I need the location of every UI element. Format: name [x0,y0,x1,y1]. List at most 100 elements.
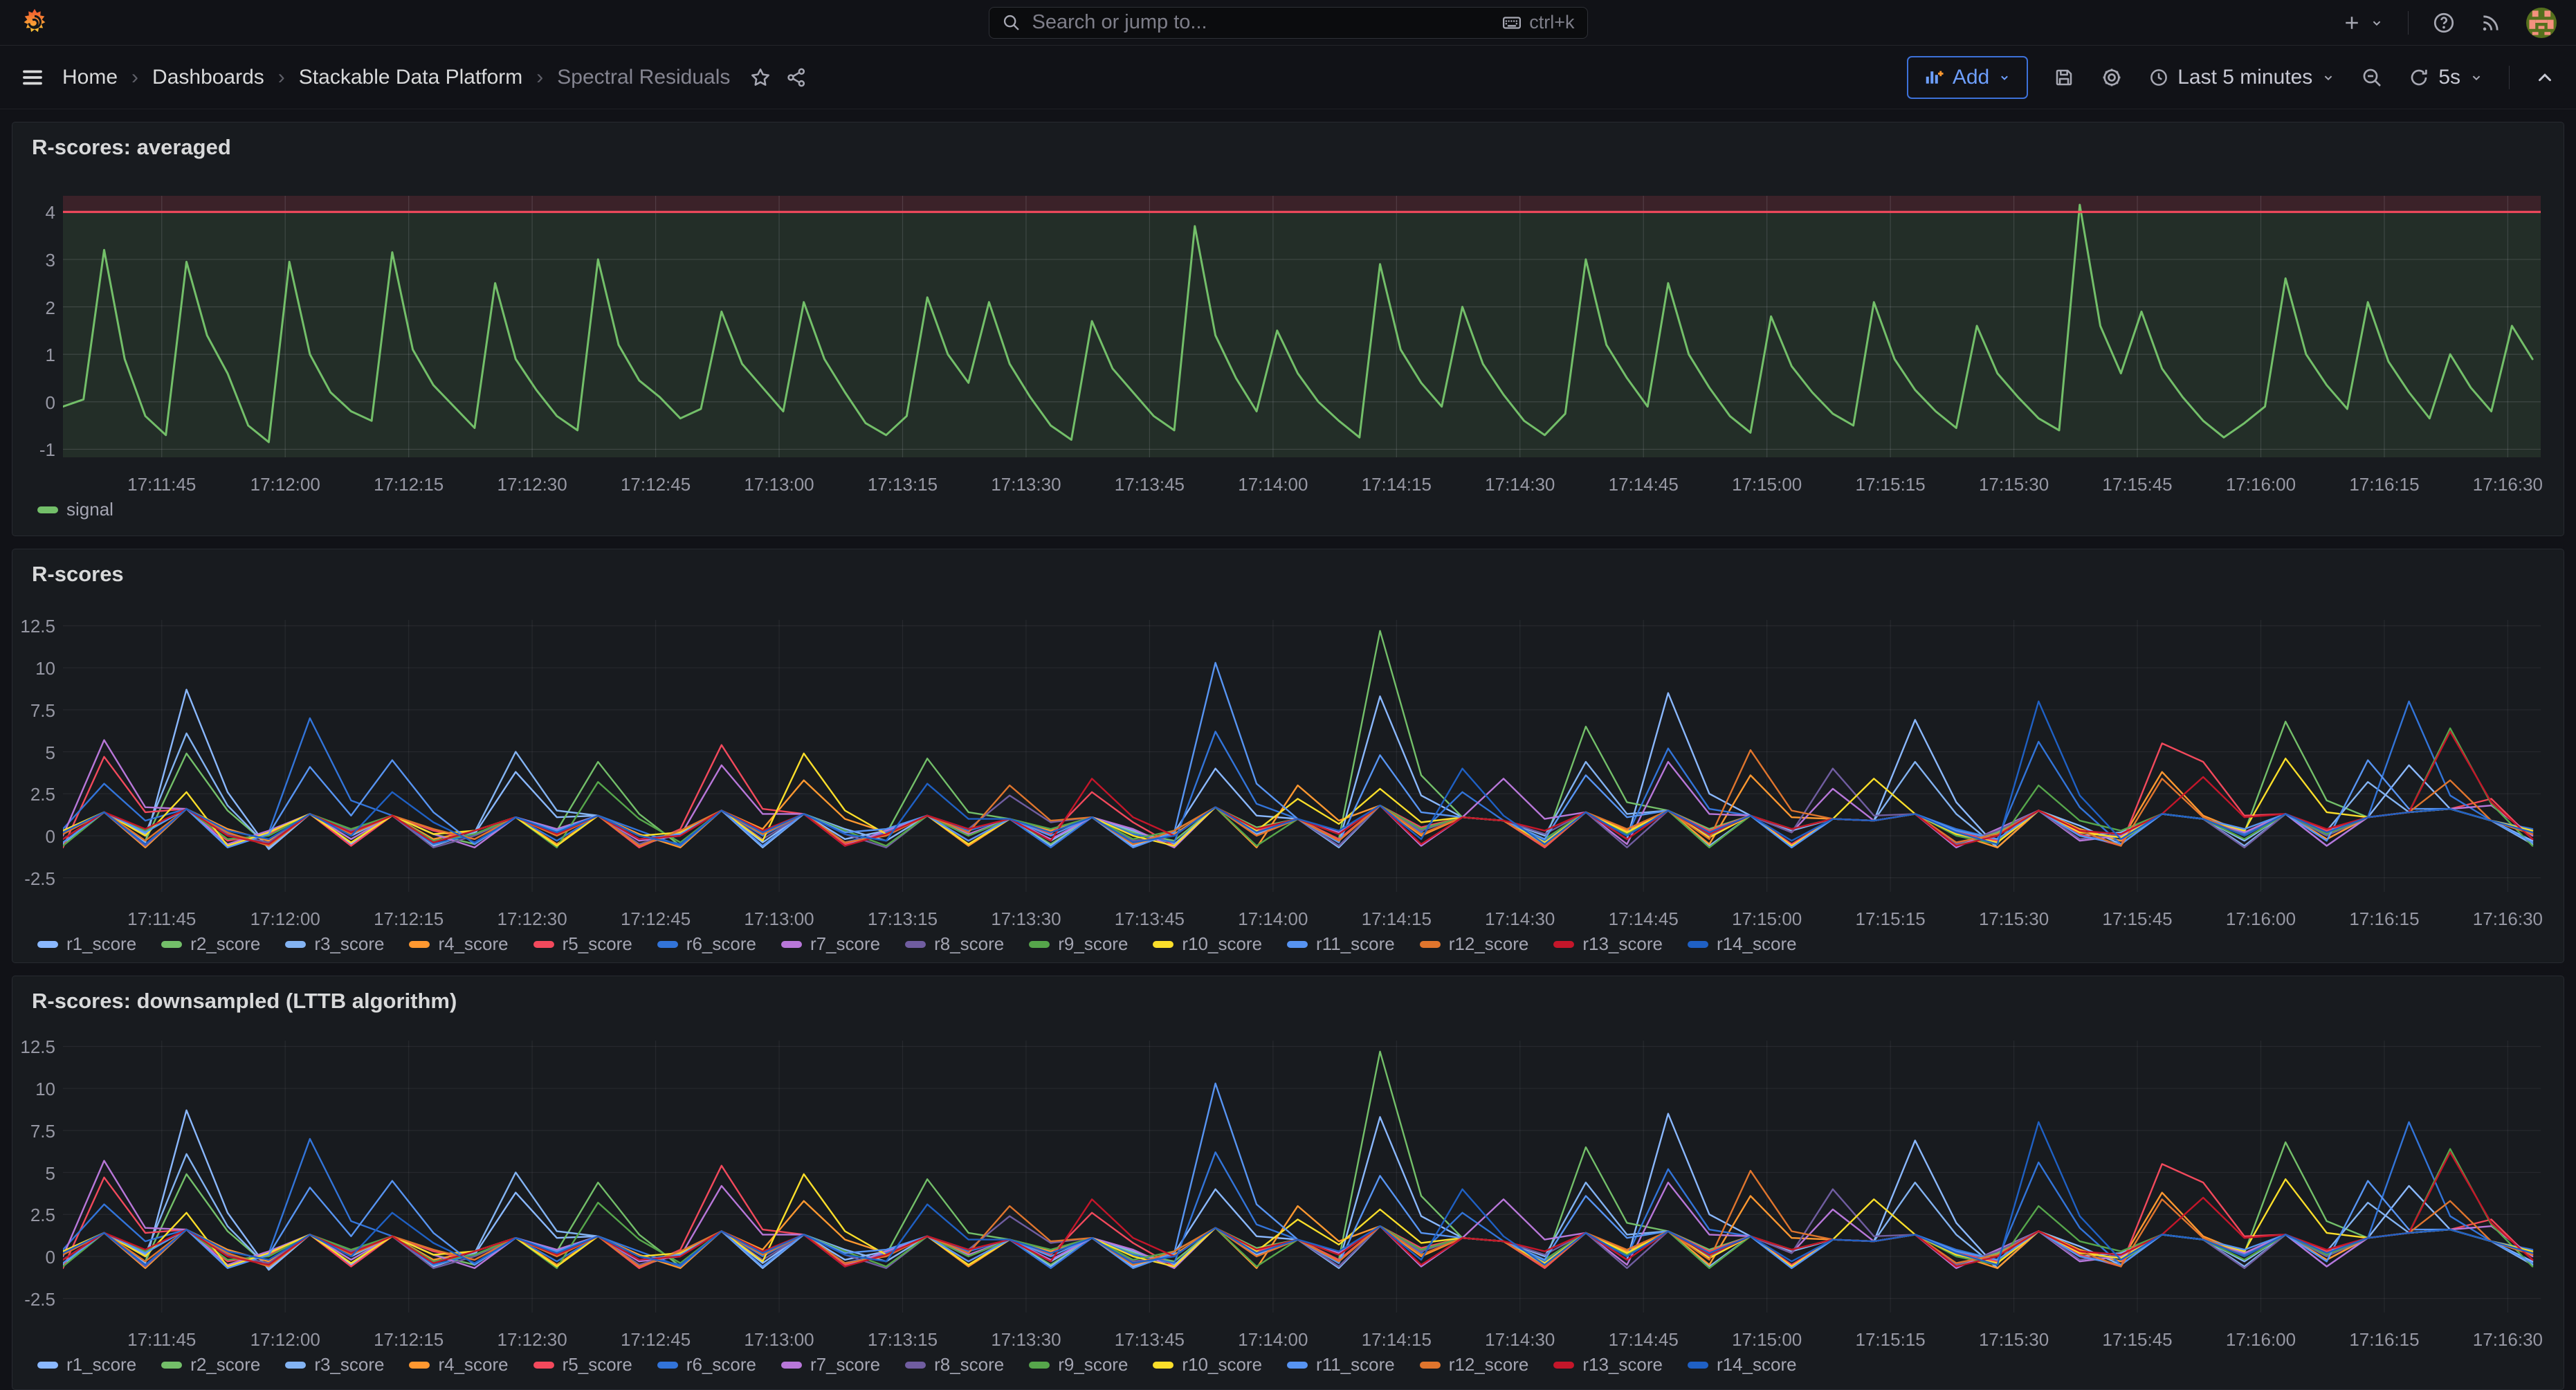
legend-label: r11_score [1316,933,1395,955]
favorite-star-icon[interactable] [749,66,771,89]
legend-item-r1_score[interactable]: r1_score [37,933,136,955]
x-axis-tick-label: 17:15:15 [1842,1329,1939,1351]
legend-item-signal[interactable]: signal [37,499,113,520]
chevron-down-icon [2321,70,2336,85]
search-shortcut: ctrl+k [1501,12,1574,33]
news-icon[interactable] [2479,11,2503,35]
legend-item-r6_score[interactable]: r6_score [657,1354,756,1375]
x-axis-tick-label: 17:13:30 [978,908,1075,930]
x-axis-tick-label: 17:16:00 [2213,474,2310,495]
legend-label: r14_score [1717,933,1797,955]
breadcrumb-home[interactable]: Home [62,66,118,89]
x-axis-tick-label: 17:15:45 [2089,908,2186,930]
x-axis-tick-label: 17:15:30 [1966,474,2063,495]
x-axis-tick-label: 17:15:15 [1842,474,1939,495]
legend-label: r5_score [563,933,632,955]
breadcrumb-dashboards[interactable]: Dashboards [152,66,264,89]
x-axis-tick-label: 17:14:45 [1595,908,1692,930]
legend-label: r5_score [563,1354,632,1375]
legend-item-r5_score[interactable]: r5_score [533,933,632,955]
legend-color-pill [1029,1362,1050,1369]
breadcrumb-separator: › [131,66,138,89]
legend-label: r12_score [1449,1354,1529,1375]
search-input[interactable]: Search or jump to... ctrl+k [989,7,1588,39]
x-axis-tick-label: 17:14:00 [1225,908,1322,930]
panel-title[interactable]: R-scores: downsampled (LTTB algorithm) [32,989,457,1014]
legend-color-pill [533,1362,554,1369]
legend-item-r4_score[interactable]: r4_score [409,933,508,955]
threshold-region-below [63,212,2541,457]
menu-toggle-icon[interactable] [21,66,44,89]
share-icon[interactable] [785,66,807,89]
legend-item-r5_score[interactable]: r5_score [533,1354,632,1375]
save-dashboard-icon[interactable] [2053,66,2075,89]
legend-item-r2_score[interactable]: r2_score [161,933,260,955]
legend-item-r10_score[interactable]: r10_score [1153,933,1262,955]
time-range-label: Last 5 minutes [2177,66,2312,89]
y-axis-tick-label: -2.5 [12,1289,55,1310]
legend-label: r9_score [1058,1354,1128,1375]
refresh-picker[interactable]: 5s [2408,66,2484,89]
refresh-icon[interactable] [2408,66,2430,89]
panel-title[interactable]: R-scores [32,562,124,587]
legend-color-pill [781,941,802,948]
legend-item-r13_score[interactable]: r13_score [1553,1354,1663,1375]
plus-icon [2341,12,2362,33]
y-axis-tick-label: 5 [12,742,55,764]
x-axis-tick-label: 17:13:30 [978,1329,1075,1351]
time-range-picker[interactable]: Last 5 minutes [2148,66,2336,89]
legend-item-r8_score[interactable]: r8_score [905,933,1004,955]
y-axis-tick-label: 10 [12,658,55,679]
legend-item-r10_score[interactable]: r10_score [1153,1354,1262,1375]
legend-item-r7_score[interactable]: r7_score [781,1354,880,1375]
chart-plot-area[interactable] [63,196,2541,457]
panel-rscores: R-scores 12.5107.552.50-2.517:11:4517:12… [12,549,2564,963]
legend-item-r3_score[interactable]: r3_score [285,933,384,955]
help-icon[interactable] [2432,11,2456,35]
legend-item-r6_score[interactable]: r6_score [657,933,756,955]
kiosk-collapse-icon[interactable] [2534,67,2555,88]
legend-item-r7_score[interactable]: r7_score [781,933,880,955]
x-axis-tick-label: 17:14:15 [1348,1329,1445,1351]
legend-color-pill [1553,1362,1574,1369]
legend-color-pill [657,941,678,948]
y-axis-tick-label: 2 [12,298,55,319]
legend-item-r14_score[interactable]: r14_score [1688,1354,1797,1375]
dashboard-settings-icon[interactable] [2100,66,2123,89]
chart-plot-area[interactable] [63,620,2541,892]
legend-item-r2_score[interactable]: r2_score [161,1354,260,1375]
x-axis-tick-label: 17:15:45 [2089,474,2186,495]
x-axis-tick-label: 17:14:00 [1225,1329,1322,1351]
legend-item-r4_score[interactable]: r4_score [409,1354,508,1375]
y-axis-tick-label: 5 [12,1163,55,1185]
zoom-out-icon[interactable] [2361,66,2383,89]
y-axis-tick-label: 7.5 [12,1121,55,1142]
new-menu-button[interactable] [2341,12,2384,33]
legend-color-pill [657,1362,678,1369]
legend-item-r9_score[interactable]: r9_score [1029,933,1128,955]
legend-item-r11_score[interactable]: r11_score [1287,1354,1395,1375]
legend-item-r13_score[interactable]: r13_score [1553,933,1663,955]
chevron-down-icon [2469,70,2484,85]
legend-item-r8_score[interactable]: r8_score [905,1354,1004,1375]
legend-item-r9_score[interactable]: r9_score [1029,1354,1128,1375]
legend-item-r12_score[interactable]: r12_score [1420,1354,1529,1375]
x-axis-tick-label: 17:15:30 [1966,1329,2063,1351]
legend-color-pill [37,506,58,513]
chart-legend: signal [37,499,113,520]
add-button[interactable]: Add [1907,56,2028,99]
legend-item-r3_score[interactable]: r3_score [285,1354,384,1375]
grafana-logo[interactable] [19,8,50,38]
panel-title[interactable]: R-scores: averaged [32,135,231,160]
legend-item-r1_score[interactable]: r1_score [37,1354,136,1375]
legend-item-r14_score[interactable]: r14_score [1688,933,1797,955]
breadcrumb-folder[interactable]: Stackable Data Platform [299,66,522,89]
legend-item-r12_score[interactable]: r12_score [1420,933,1529,955]
user-avatar[interactable] [2526,8,2557,38]
legend-item-r11_score[interactable]: r11_score [1287,933,1395,955]
legend-color-pill [1029,941,1050,948]
chart-plot-area[interactable] [63,1041,2541,1313]
legend-label: r8_score [934,1354,1004,1375]
x-axis-tick-label: 17:13:00 [731,1329,828,1351]
y-axis-tick-label: 0 [12,826,55,848]
